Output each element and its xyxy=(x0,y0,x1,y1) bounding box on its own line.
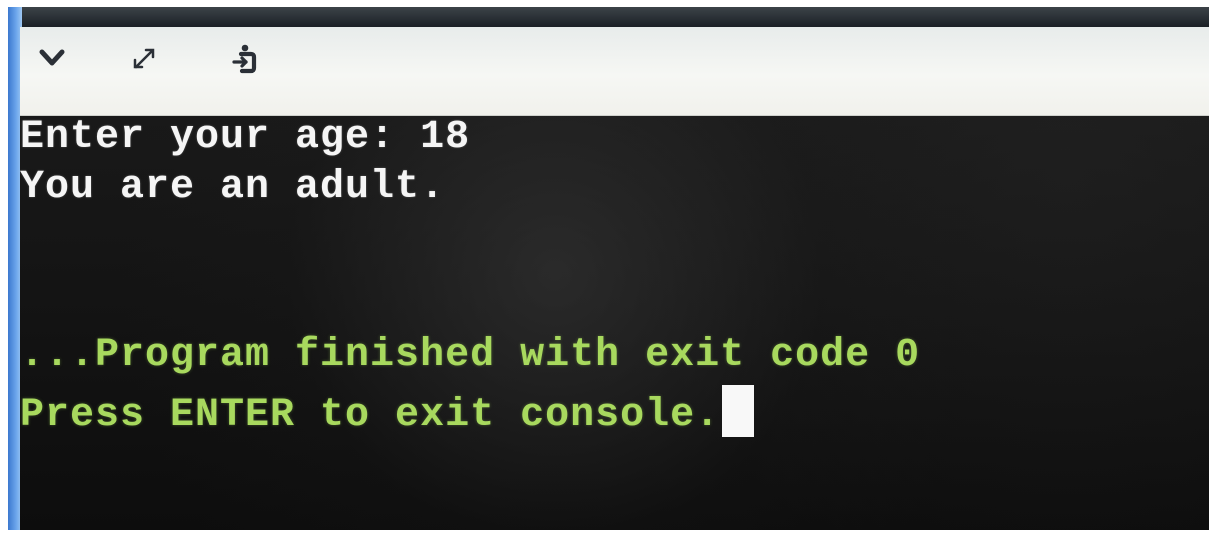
text-cursor xyxy=(722,385,755,437)
console-output: Enter your age: 18 You are an adult. ...… xyxy=(20,116,1209,530)
expand-icon[interactable] xyxy=(122,36,166,80)
console-line-enter-prompt: Press ENTER to exit console. xyxy=(20,385,755,438)
console-photo: Enter your age: 18 You are an adult. ...… xyxy=(0,0,1209,533)
enter-prompt-text: Press ENTER to exit console. xyxy=(20,393,721,438)
console-toolbar xyxy=(20,27,1209,116)
console-line-exit-status: ...Program finished with exit code 0 xyxy=(20,333,921,378)
console-line-age-prompt: Enter your age: 18 xyxy=(20,116,471,160)
window-top-edge xyxy=(8,7,1209,27)
chevron-down-icon[interactable] xyxy=(30,36,74,80)
stop-icon[interactable] xyxy=(220,36,264,80)
console-line-result: You are an adult. xyxy=(20,165,446,210)
